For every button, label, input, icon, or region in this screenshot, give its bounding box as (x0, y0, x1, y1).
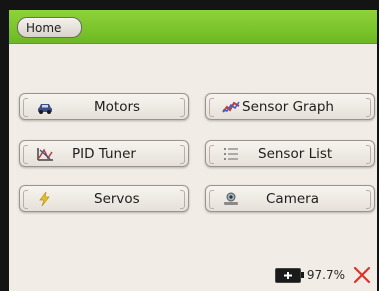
battery-percent: 97.7% (306, 268, 345, 282)
pid-tuner-label: PID Tuner (72, 146, 136, 162)
sensor-list-button[interactable]: Sensor List (205, 140, 375, 167)
motors-label: Motors (94, 99, 141, 115)
pid-icon (36, 146, 54, 162)
camera-button[interactable]: Camera (205, 185, 375, 212)
status-bar: 97.7% (274, 265, 371, 285)
sensor-list-label: Sensor List (258, 146, 333, 162)
pid-tuner-button[interactable]: PID Tuner (19, 140, 189, 167)
bracket-left (23, 145, 28, 164)
bracket-left (209, 145, 214, 164)
battery-icon (274, 267, 304, 283)
camera-icon (222, 191, 240, 207)
bracket-right (366, 98, 371, 117)
header-bar: Home (9, 10, 377, 44)
motors-button[interactable]: Motors (19, 93, 189, 120)
car-icon (36, 99, 54, 115)
bracket-right (180, 145, 185, 164)
servos-label: Servos (94, 191, 140, 207)
bracket-right (180, 98, 185, 117)
servos-button[interactable]: Servos (19, 185, 189, 212)
bracket-right (366, 145, 371, 164)
sensor-graph-label: Sensor Graph (242, 99, 334, 115)
sensor-graph-button[interactable]: Sensor Graph (205, 93, 375, 120)
bracket-left (209, 98, 214, 117)
bracket-left (23, 98, 28, 117)
screen: Home Motors Sensor Graph PID Tuner Senso… (9, 10, 377, 291)
home-button[interactable]: Home (17, 17, 82, 38)
bracket-right (180, 190, 185, 209)
close-icon[interactable] (353, 266, 371, 284)
bracket-left (23, 190, 28, 209)
list-icon (222, 146, 240, 162)
camera-label: Camera (266, 191, 319, 207)
bolt-icon (36, 191, 54, 207)
bracket-right (366, 190, 371, 209)
graph-icon (222, 99, 240, 115)
bracket-left (209, 190, 214, 209)
